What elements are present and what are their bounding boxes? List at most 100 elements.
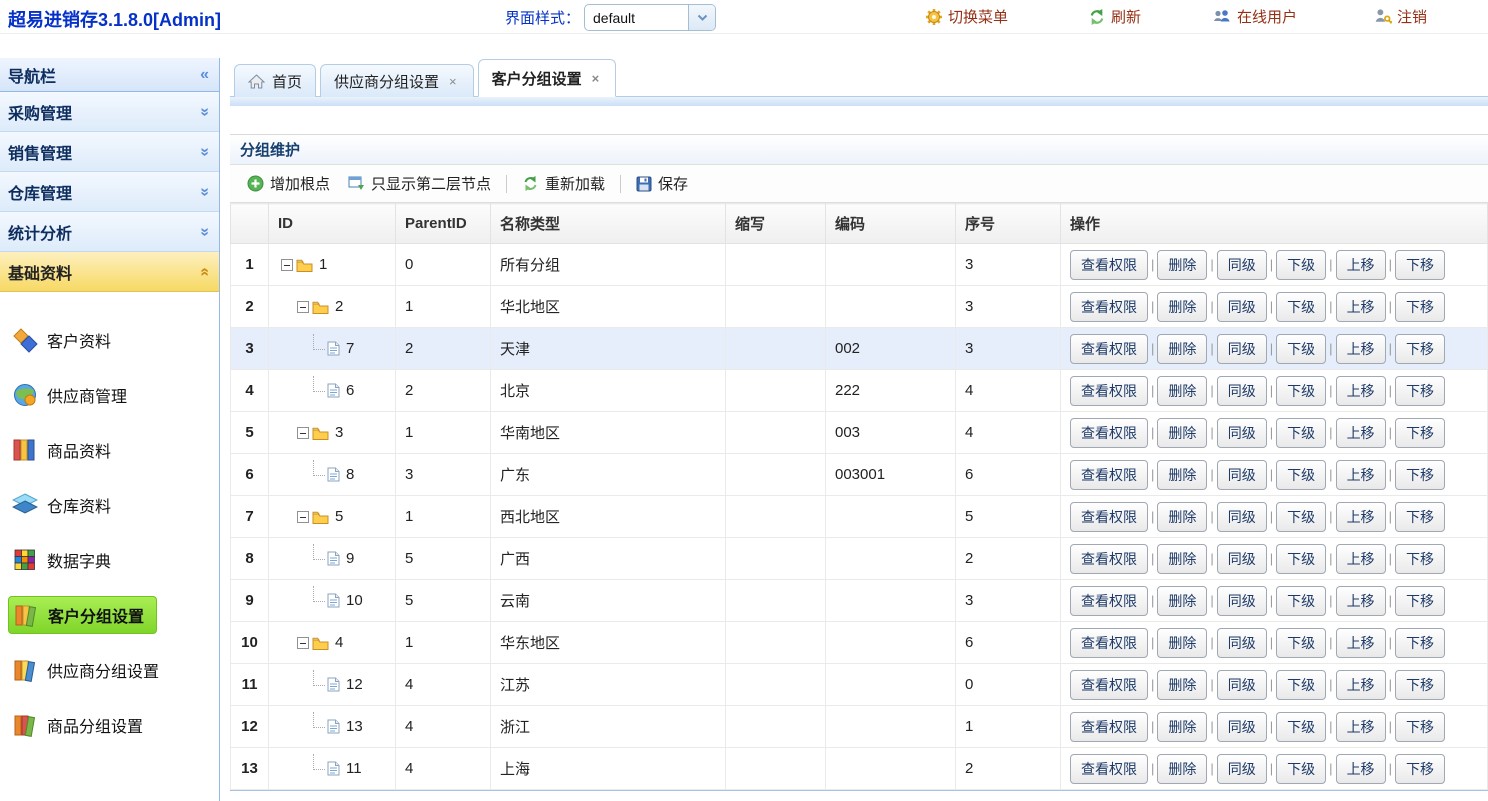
collapse-expander-icon[interactable] bbox=[297, 637, 309, 649]
row-action-move-up[interactable]: 上移 bbox=[1336, 544, 1386, 574]
collapse-sidebar-icon[interactable]: « bbox=[200, 67, 209, 83]
row-action-move-down[interactable]: 下移 bbox=[1395, 544, 1445, 574]
collapse-expander-icon[interactable] bbox=[297, 511, 309, 523]
row-action-same-level[interactable]: 同级 bbox=[1217, 292, 1267, 322]
table-row[interactable]: 9 10 5 云南 3 查看权限|删除|同级|下级|上移|下移 bbox=[231, 580, 1488, 622]
row-action-move-down[interactable]: 下移 bbox=[1395, 334, 1445, 364]
row-action-delete[interactable]: 删除 bbox=[1157, 586, 1207, 616]
row-action-sub-level[interactable]: 下级 bbox=[1276, 712, 1326, 742]
collapse-expander-icon[interactable] bbox=[281, 259, 293, 271]
chevron-down-icon[interactable] bbox=[688, 5, 715, 30]
close-tab-icon[interactable]: × bbox=[589, 71, 603, 86]
row-action-sub-level[interactable]: 下级 bbox=[1276, 670, 1326, 700]
row-action-sub-level[interactable]: 下级 bbox=[1276, 250, 1326, 280]
tree-id-cell[interactable]: 4 bbox=[278, 634, 386, 651]
sidebar-item-product-group-settings[interactable]: 商品分组设置 bbox=[0, 697, 219, 752]
row-action-view-permissions[interactable]: 查看权限 bbox=[1070, 502, 1148, 532]
add-root-button[interactable]: 增加根点 bbox=[238, 169, 339, 198]
row-action-move-down[interactable]: 下移 bbox=[1395, 418, 1445, 448]
row-action-view-permissions[interactable]: 查看权限 bbox=[1070, 754, 1148, 784]
table-row[interactable]: 13 11 4 上海 2 查看权限|删除|同级|下级|上移|下移 bbox=[231, 748, 1488, 790]
row-action-same-level[interactable]: 同级 bbox=[1217, 250, 1267, 280]
row-action-sub-level[interactable]: 下级 bbox=[1276, 292, 1326, 322]
sidebar-item-supplier-group-settings[interactable]: 供应商分组设置 bbox=[0, 642, 219, 697]
row-action-move-up[interactable]: 上移 bbox=[1336, 586, 1386, 616]
row-action-move-up[interactable]: 上移 bbox=[1336, 460, 1386, 490]
row-action-view-permissions[interactable]: 查看权限 bbox=[1070, 712, 1148, 742]
row-action-sub-level[interactable]: 下级 bbox=[1276, 544, 1326, 574]
tree-id-cell[interactable]: 8 bbox=[278, 466, 386, 483]
table-row[interactable]: 7 5 1 西北地区 5 查看权限|删除|同级|下级|上移|下移 bbox=[231, 496, 1488, 538]
row-action-same-level[interactable]: 同级 bbox=[1217, 460, 1267, 490]
row-action-sub-level[interactable]: 下级 bbox=[1276, 586, 1326, 616]
row-action-move-down[interactable]: 下移 bbox=[1395, 754, 1445, 784]
tab-customer-group-settings[interactable]: 客户分组设置 × bbox=[478, 59, 617, 97]
sidebar-section-sales-mgmt[interactable]: 销售管理 » bbox=[0, 132, 219, 172]
row-action-move-up[interactable]: 上移 bbox=[1336, 670, 1386, 700]
row-action-move-down[interactable]: 下移 bbox=[1395, 712, 1445, 742]
row-action-same-level[interactable]: 同级 bbox=[1217, 670, 1267, 700]
table-row[interactable]: 10 4 1 华东地区 6 查看权限|删除|同级|下级|上移|下移 bbox=[231, 622, 1488, 664]
table-row[interactable]: 6 8 3 广东 003001 6 查看权限|删除|同级|下级|上移|下移 bbox=[231, 454, 1488, 496]
row-action-move-down[interactable]: 下移 bbox=[1395, 628, 1445, 658]
table-row[interactable]: 2 2 1 华北地区 3 查看权限|删除|同级|下级|上移|下移 bbox=[231, 286, 1488, 328]
row-action-view-permissions[interactable]: 查看权限 bbox=[1070, 628, 1148, 658]
sidebar-section-purchase-mgmt[interactable]: 采购管理 » bbox=[0, 92, 219, 132]
row-action-view-permissions[interactable]: 查看权限 bbox=[1070, 670, 1148, 700]
sidebar-item-product-data[interactable]: 商品资料 bbox=[0, 422, 219, 477]
sidebar-section-statistics[interactable]: 统计分析 » bbox=[0, 212, 219, 252]
row-action-view-permissions[interactable]: 查看权限 bbox=[1070, 544, 1148, 574]
row-action-delete[interactable]: 删除 bbox=[1157, 250, 1207, 280]
row-action-sub-level[interactable]: 下级 bbox=[1276, 334, 1326, 364]
tree-id-cell[interactable]: 1 bbox=[278, 256, 386, 273]
sidebar-item-customer-data[interactable]: 客户资料 bbox=[0, 312, 219, 367]
tree-id-cell[interactable]: 7 bbox=[278, 340, 386, 357]
logout-button[interactable]: 注销 bbox=[1373, 6, 1427, 27]
row-action-sub-level[interactable]: 下级 bbox=[1276, 628, 1326, 658]
table-row[interactable]: 11 12 4 江苏 0 查看权限|删除|同级|下级|上移|下移 bbox=[231, 664, 1488, 706]
style-select[interactable]: default bbox=[584, 4, 716, 31]
row-action-view-permissions[interactable]: 查看权限 bbox=[1070, 250, 1148, 280]
reload-button[interactable]: 重新加载 bbox=[513, 169, 614, 198]
refresh-button[interactable]: 刷新 bbox=[1088, 6, 1141, 27]
row-action-sub-level[interactable]: 下级 bbox=[1276, 418, 1326, 448]
tab-supplier-group-settings[interactable]: 供应商分组设置 × bbox=[320, 64, 474, 97]
tree-id-cell[interactable]: 6 bbox=[278, 382, 386, 399]
online-users-button[interactable]: 在线用户 bbox=[1212, 6, 1297, 27]
row-action-move-up[interactable]: 上移 bbox=[1336, 334, 1386, 364]
tree-id-cell[interactable]: 9 bbox=[278, 550, 386, 567]
collapse-expander-icon[interactable] bbox=[297, 301, 309, 313]
sidebar-item-warehouse-data[interactable]: 仓库资料 bbox=[0, 477, 219, 532]
row-action-move-down[interactable]: 下移 bbox=[1395, 586, 1445, 616]
tree-id-cell[interactable]: 11 bbox=[278, 760, 386, 777]
row-action-move-up[interactable]: 上移 bbox=[1336, 628, 1386, 658]
sidebar-section-warehouse-mgmt[interactable]: 仓库管理 » bbox=[0, 172, 219, 212]
tab-home[interactable]: 首页 bbox=[234, 64, 316, 97]
tree-id-cell[interactable]: 2 bbox=[278, 298, 386, 315]
row-action-delete[interactable]: 删除 bbox=[1157, 712, 1207, 742]
row-action-move-down[interactable]: 下移 bbox=[1395, 376, 1445, 406]
row-action-move-up[interactable]: 上移 bbox=[1336, 292, 1386, 322]
row-action-move-up[interactable]: 上移 bbox=[1336, 250, 1386, 280]
row-action-same-level[interactable]: 同级 bbox=[1217, 586, 1267, 616]
row-action-move-up[interactable]: 上移 bbox=[1336, 502, 1386, 532]
table-row[interactable]: 1 1 0 所有分组 3 查看权限|删除|同级|下级|上移|下移 bbox=[231, 244, 1488, 286]
row-action-move-down[interactable]: 下移 bbox=[1395, 292, 1445, 322]
sidebar-item-data-dictionary[interactable]: 数据字典 bbox=[0, 532, 219, 587]
row-action-delete[interactable]: 删除 bbox=[1157, 334, 1207, 364]
sidebar-header[interactable]: 导航栏 « bbox=[0, 58, 219, 92]
row-action-delete[interactable]: 删除 bbox=[1157, 376, 1207, 406]
row-action-move-up[interactable]: 上移 bbox=[1336, 376, 1386, 406]
row-action-move-down[interactable]: 下移 bbox=[1395, 502, 1445, 532]
row-action-same-level[interactable]: 同级 bbox=[1217, 628, 1267, 658]
row-action-move-up[interactable]: 上移 bbox=[1336, 418, 1386, 448]
row-action-move-down[interactable]: 下移 bbox=[1395, 460, 1445, 490]
row-action-view-permissions[interactable]: 查看权限 bbox=[1070, 460, 1148, 490]
save-button[interactable]: 保存 bbox=[627, 169, 697, 198]
tree-id-cell[interactable]: 10 bbox=[278, 592, 386, 609]
row-action-delete[interactable]: 删除 bbox=[1157, 418, 1207, 448]
row-action-view-permissions[interactable]: 查看权限 bbox=[1070, 586, 1148, 616]
row-action-move-up[interactable]: 上移 bbox=[1336, 712, 1386, 742]
sidebar-item-supplier-mgmt[interactable]: 供应商管理 bbox=[0, 367, 219, 422]
row-action-sub-level[interactable]: 下级 bbox=[1276, 460, 1326, 490]
